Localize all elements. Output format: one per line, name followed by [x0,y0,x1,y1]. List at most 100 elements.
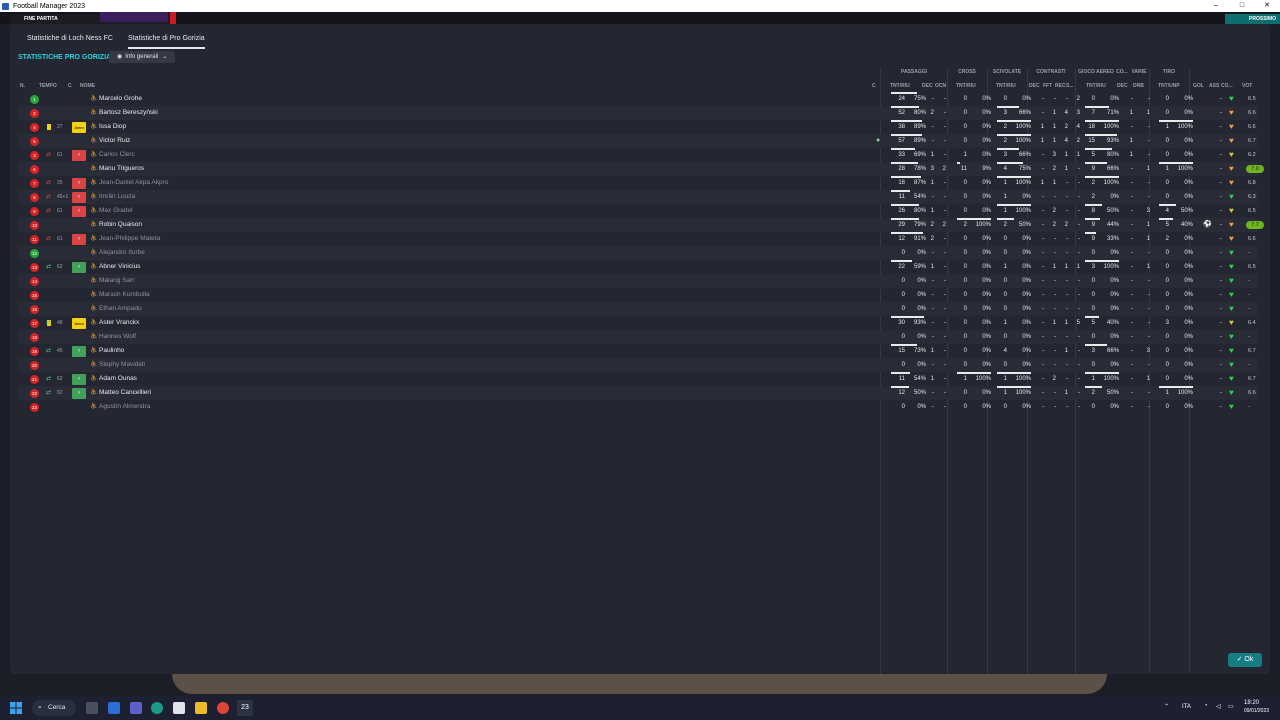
table-row[interactable]: 14 ⛹ Malang Sarr 0 0% - -0 0% 0 0% - - - -0 0% - -0 0% - ♥ - [18,274,1258,288]
widgets-icon[interactable] [108,702,120,714]
player-name[interactable]: Carlos Clerc [99,148,135,162]
player-name[interactable]: Paulinho [99,344,124,358]
table-row[interactable]: 15 ⛹ Marash Kumbulla 0 0% - -0 0% 0 0% - - - -0 0% - -0 0… [18,288,1258,302]
tab-loch-ness-stats[interactable]: Statistiche di Loch Ness FC [27,35,113,49]
clock-time[interactable]: 18:20 [1244,700,1259,706]
col-header-contr-fft[interactable]: FFT [1043,83,1052,89]
file-explorer-icon[interactable] [195,702,207,714]
table-row[interactable]: 21 ⇄ 62 › ⛹ Adam Ounas 11 54% 1-1 100% 1 100% -2- -1 1… [18,372,1258,386]
table-row[interactable]: 16 ⛹ Ethan Ampadu 0 0% - -0 0% 0 0% - - - -0 0% - -0 0% - ♥… [18,302,1258,316]
player-name[interactable]: Alejandro Iturbe [99,246,145,260]
player-name[interactable]: Max Gradel [99,204,133,218]
col-header-pass-tntriu[interactable]: TNT/RIU [890,83,910,89]
language-indicator[interactable]: ITA [1182,704,1191,710]
table-row[interactable]: 18 ⛹ Hannes Wolf 0 0% - -0 0% 0 0% - - - -0 0% - -0 0% - ♥ - [18,330,1258,344]
table-row[interactable]: 19 ⇄ 45 › ⛹ Paulinho 15 73% 1 - 0 0% 4 0% - - 1 - 3 66% - 3 0 0… [18,344,1258,358]
windows-start-icon[interactable] [10,702,22,714]
col-header-tiro-tntunp[interactable]: TNT/UNP [1158,83,1180,89]
player-name[interactable]: Marash Kumbulla [99,288,150,302]
player-name[interactable]: Stephy Mavididi [99,358,145,372]
table-row[interactable]: 22 ⇄ 62 › ⛹ Matteo Cancellieri 12 50% - -0 0% 1 100%… [18,386,1258,400]
teams-chat-icon[interactable] [130,702,142,714]
col-header-aereo-tntriu[interactable]: TNT/RIU [1086,83,1106,89]
volume-icon[interactable]: ◁ [1216,703,1221,710]
player-name[interactable]: Marcelo Grohe [99,92,142,106]
player-icon: ⛹ [90,208,98,214]
battery-icon[interactable]: ▭ [1228,703,1234,710]
col-header-ass[interactable]: ASS [1209,83,1219,89]
table-row[interactable]: 12 ⛹ Alejandro Iturbe 0 0% - -0 0% 0 0% - - - -0 0% - -0… [18,246,1258,260]
tab-pro-gorizia-stats[interactable]: Statistiche di Pro Gorizia [128,35,205,49]
col-header-vot[interactable]: VOT [1242,83,1252,89]
player-name[interactable]: Issa Diop [99,120,126,134]
wifi-icon[interactable]: ◔ [1204,703,1208,709]
passes-attempts: 57 [898,138,905,144]
player-name[interactable]: Jean-Philippe Mateta [99,232,160,246]
player-name[interactable]: Ethan Ampadu [99,302,142,316]
col-header-c[interactable]: C [68,83,72,89]
col-header-co-dec[interactable]: DEC [1117,83,1128,89]
player-name[interactable]: Agustín Almendra [99,400,150,414]
player-name[interactable]: Hannes Wolf [99,330,136,344]
table-row[interactable]: 2 ⛹ Bartosz Bereszyński 52 80% 2 - 0 0% 3 66% - 1 4 3 7… [18,106,1258,120]
col-header-pass-dec[interactable]: DEC [922,83,933,89]
chevron-up-icon[interactable]: ⌃ [1164,703,1169,710]
player-name[interactable]: Imrân Louza [99,190,135,204]
player-name[interactable]: Robin Quaison [99,218,142,232]
player-name[interactable]: Victor Ruiz [99,134,130,148]
task-view-icon[interactable] [86,702,98,714]
col-header-contr-rec[interactable]: REC [1055,83,1066,89]
player-name[interactable]: Manu Trigueros [99,162,144,176]
tackles-sliding-attempts: 3 [1003,152,1007,158]
continue-button[interactable]: PROSSIMO [1225,14,1280,24]
col-header-varie-drb[interactable]: DRB [1133,83,1144,89]
player-name[interactable]: Bartosz Bereszyński [99,106,158,120]
table-row[interactable]: 9 ⇄ 61 ‹ ⛹ Max Gradel 26 80% 1 - 0 0% 1 100% - 2 - - 8 50% -… [18,204,1258,218]
football-manager-taskbar-icon[interactable]: 23 [237,700,253,716]
table-row[interactable]: 8 ⇄ 45+1 ‹ ⛹ Imrân Louza 11 54% - -0 0% 1 0% - - - -2 0% -… [18,190,1258,204]
table-row[interactable]: 5 ⛹ Victor Ruiz ● 57 89% - -0 0% 2 100% 1 1 4 2 15 93% 1-… [18,134,1258,148]
col-header-gol[interactable]: GOL [1193,83,1204,89]
edge-browser-icon[interactable] [151,702,163,714]
table-row[interactable]: 17 ⇄ 48 Amm ⛹ Aster Vranckx 30 93% - -0 0% 1 0% -1 1 5 5… [18,316,1258,330]
close-button[interactable]: ✕ [1254,0,1280,12]
taskbar-search[interactable]: ⌕ Cerca [32,700,76,716]
col-header-number[interactable]: N. [20,83,25,89]
player-name[interactable]: Abner Vinicius [99,260,140,274]
clock-date[interactable]: 09/01/2023 [1244,708,1269,714]
challenges-decisive: - [1042,362,1044,368]
col-header-co[interactable]: CO... [1221,83,1233,89]
table-row[interactable]: 23 ⛹ Agustín Almendra 0 0% - -0 0% 0 0% - - - -0 0% - -0… [18,400,1258,414]
chrome-icon[interactable] [217,702,229,714]
table-row[interactable]: 20 ⛹ Stephy Mavididi 0 0% - -0 0% 0 0% - - - -0 0% - -0 0… [18,358,1258,372]
table-row[interactable]: 13 ⇄ 62 › ⛹ Abner Vinicius 22 59% 1-0 0% 1 0% -1 1 1 3 1… [18,260,1258,274]
table-row[interactable]: 6 ⛹ Manu Trigueros 28 78% 3 2 11 9% 4 75% -2 1-9 66% -… [18,162,1264,176]
table-row[interactable]: 1 ⛹ Marcelo Grohe 24 75% - -0 0% 0 0% - - -2 0 0% - -0 0%… [18,92,1258,106]
minimize-button[interactable]: – [1203,0,1229,12]
table-row[interactable]: 4 27 Amm ⛹ Issa Diop 38 89% - -0 0% 2 100% 1 1 2 4 18 100… [18,120,1258,134]
store-icon[interactable] [173,702,185,714]
col-header-contr-dec[interactable]: DEC [1029,83,1040,89]
table-row[interactable]: 11 ⇄ 61 ‹ ⛹ Jean-Philippe Mateta 12 91% 2-0 0% 0 0%… [18,232,1258,246]
table-row[interactable]: 10 ⛹ Robin Quaison 29 79% 2 2 2 100% 2 50% - 2 2 - 9 44%… [18,218,1264,232]
player-name[interactable]: Jean-Daniel Akpa Akpro [99,176,168,190]
dribbles: 1 [1146,222,1150,228]
col-header-tempo[interactable]: TEMPO [39,83,57,89]
col-header-c2[interactable]: C [872,83,876,89]
col-header-contr-s[interactable]: S... [1066,83,1074,89]
table-row[interactable]: 3 ⇄ 61 ‹ ⛹ Carlos Clerc 33 69% 1 - 1 0% 3 66% - 3 1 1 5 80%… [18,148,1258,162]
col-header-nome[interactable]: NOME [80,83,95,89]
ok-button[interactable]: ✓ Ok [1228,653,1262,667]
player-name[interactable]: Matteo Cancellieri [99,386,151,400]
view-dropdown[interactable]: ◉ Info generali ⌄ [109,51,175,63]
challenges-recoveries: 2 [1064,222,1068,228]
table-row[interactable]: 7 ⇄ 25 ‹ ⛹ Jean-Daniel Akpa Akpro 16 87% 1 - 0 0% 1 1… [18,176,1258,190]
player-name[interactable]: Adam Ounas [99,372,137,386]
col-header-pass-ocn[interactable]: OCN [935,83,946,89]
passes-chances: - [944,278,946,284]
col-header-cross-tntriu[interactable]: TNT/RIU [956,83,976,89]
player-name[interactable]: Malang Sarr [99,274,134,288]
maximize-button[interactable]: □ [1229,0,1255,12]
player-name[interactable]: Aster Vranckx [99,316,139,330]
col-header-sciv-tntriu[interactable]: TNT/RIU [996,83,1016,89]
